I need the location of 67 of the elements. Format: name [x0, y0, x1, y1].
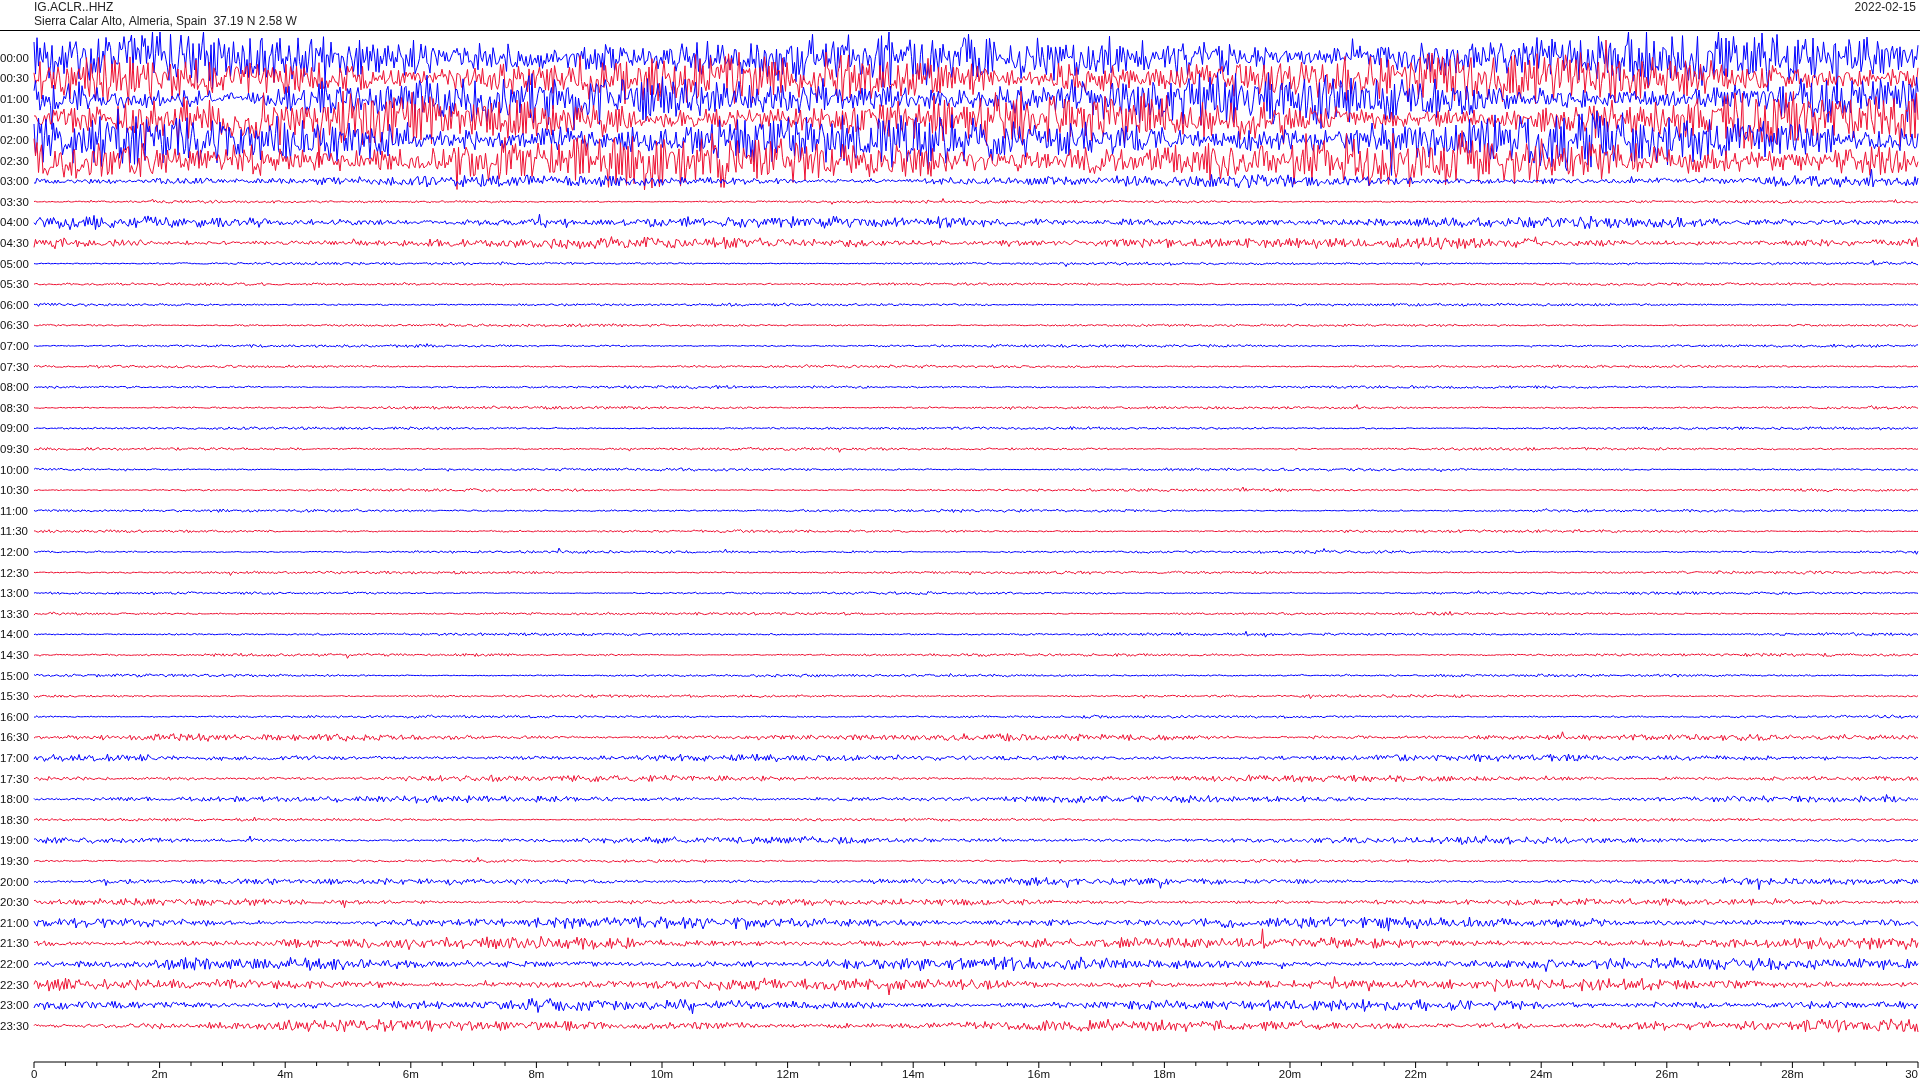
hour-label: 01:00	[0, 92, 29, 105]
axis-tick-label: 20m	[1278, 1068, 1302, 1079]
hour-label: 17:30	[0, 772, 29, 785]
hour-label: 02:00	[0, 133, 29, 146]
hour-label: 21:30	[0, 937, 29, 950]
hour-label: 07:00	[0, 339, 29, 352]
axis-tick-label: 12m	[776, 1068, 799, 1079]
hour-label: 18:30	[0, 813, 29, 826]
hour-label: 13:00	[0, 587, 29, 600]
hour-label: 10:30	[0, 484, 29, 497]
hour-label: 15:30	[0, 690, 29, 703]
hour-label: 23:30	[0, 1019, 29, 1032]
hour-label: 22:30	[0, 978, 29, 991]
hour-label: 06:00	[0, 298, 29, 311]
hour-label: 20:30	[0, 896, 29, 909]
axis-tick-label: 10m	[650, 1068, 674, 1079]
hour-label: 15:00	[0, 669, 29, 682]
hour-label: 01:30	[0, 113, 29, 126]
axis-tick-label: 22m	[1404, 1068, 1427, 1079]
axis-tick-label: 28m	[1781, 1068, 1804, 1079]
axis-tick-label: 16m	[1027, 1068, 1050, 1079]
hour-label: 11:30	[0, 525, 28, 538]
hour-label: 18:00	[0, 793, 29, 806]
axis-tick-label: 30	[1905, 1068, 1918, 1079]
hour-label: 10:00	[0, 463, 29, 476]
hour-label: 22:00	[0, 957, 29, 970]
axis-tick-label: 26m	[1655, 1068, 1678, 1079]
station-code: IG.ACLR..HHZ	[34, 0, 115, 14]
hour-label: 14:00	[0, 628, 29, 641]
axis-tick-label: 6m	[402, 1068, 419, 1079]
hour-label: 20:00	[0, 875, 29, 888]
hour-label: 05:00	[0, 257, 29, 270]
hour-label: 16:00	[0, 710, 29, 723]
axis-tick-label: 24m	[1530, 1068, 1553, 1079]
hour-label: 00:30	[0, 72, 29, 85]
hour-label: 06:30	[0, 319, 29, 332]
hour-label: 21:00	[0, 916, 29, 929]
axis-tick-label: 18m	[1153, 1068, 1176, 1079]
hour-label: 08:30	[0, 401, 29, 414]
hour-label: 08:00	[0, 381, 29, 394]
plot-date: 2022-02-15	[1854, 0, 1916, 16]
hour-label: 03:00	[0, 175, 29, 188]
hour-label: 09:00	[0, 422, 29, 435]
station-location: Sierra Calar Alto, Almeria, Spain 37.19 N 2.58 W	[34, 14, 297, 28]
hour-label: 19:00	[0, 834, 29, 847]
hour-label: 16:30	[0, 731, 29, 744]
hour-label: 23:00	[0, 999, 29, 1012]
hour-label: 00:00	[0, 51, 29, 64]
hour-label: 04:30	[0, 236, 29, 249]
hour-label: 05:30	[0, 278, 29, 291]
hour-label: 02:30	[0, 154, 29, 167]
hour-label: 12:30	[0, 566, 29, 579]
hour-label: 12:00	[0, 545, 29, 558]
hour-label: 07:30	[0, 360, 29, 373]
hour-label: 17:00	[0, 751, 29, 764]
axis-tick-label: 2m	[151, 1068, 168, 1079]
axis-tick-label: 0	[31, 1068, 38, 1079]
hour-label: 14:30	[0, 648, 29, 661]
hour-label: 09:30	[0, 442, 29, 455]
hour-label: 04:00	[0, 216, 29, 229]
hour-label: 19:30	[0, 854, 29, 867]
axis-tick-label: 14m	[902, 1068, 925, 1079]
axis-tick-label: 4m	[277, 1068, 294, 1079]
hour-label: 11:00	[0, 504, 28, 517]
hour-label: 03:30	[0, 195, 29, 208]
axis-tick-label: 8m	[528, 1068, 545, 1079]
hour-label: 13:30	[0, 607, 29, 620]
